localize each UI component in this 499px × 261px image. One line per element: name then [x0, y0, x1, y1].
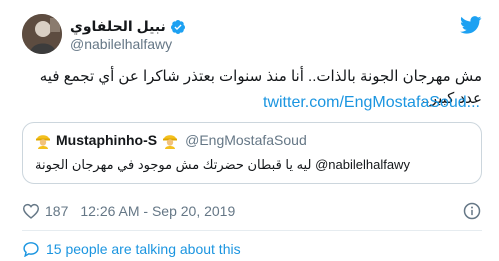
twitter-bird-icon[interactable] — [460, 16, 482, 34]
tweet-timestamp[interactable]: 12:26 AM - Sep 20, 2019 — [80, 203, 235, 219]
user-handle[interactable]: @nabilelhalfawy — [70, 36, 172, 52]
tweet-link[interactable]: twitter.com/EngMostafaSoud... — [263, 94, 480, 112]
heart-icon[interactable] — [22, 203, 40, 219]
conversation-link[interactable]: 15 people are talking about this — [22, 241, 241, 257]
divider — [22, 230, 482, 231]
quoted-tweet-header: Mustaphinho-S @EngMostafaSoud — [35, 131, 307, 149]
quoted-tweet-body: ليه يا قبطان حضرتك مش موجود في مهرجان ال… — [35, 157, 312, 172]
talking-count-text[interactable]: 15 people are talking about this — [46, 241, 241, 257]
emoji-construction-worker-icon — [163, 135, 178, 149]
user-name-row[interactable]: نبيل الحلفاوي — [70, 18, 186, 35]
verified-badge-icon — [170, 19, 185, 34]
quoted-mention[interactable]: @nabilelhalfawy — [315, 157, 410, 172]
avatar[interactable] — [22, 14, 62, 54]
embedded-tweet-card: نبيل الحلفاوي @nabilelhalfawy مش مهرجان … — [0, 0, 499, 261]
info-icon[interactable] — [463, 202, 481, 220]
user-name[interactable]: نبيل الحلفاوي — [70, 18, 166, 35]
quoted-user-handle[interactable]: @EngMostafaSoud — [185, 132, 307, 148]
quoted-user-name[interactable]: Mustaphinho-S — [56, 132, 157, 148]
speech-bubble-icon — [23, 242, 39, 257]
like-count[interactable]: 187 — [45, 203, 68, 219]
emoji-construction-worker-icon — [36, 135, 50, 149]
avatar-image — [22, 14, 62, 54]
tweet-meta-row: 187 12:26 AM - Sep 20, 2019 — [22, 203, 235, 219]
quoted-tweet-text: ليه يا قبطان حضرتك مش موجود في مهرجان ال… — [35, 157, 410, 173]
quoted-tweet[interactable]: Mustaphinho-S @EngMostafaSoud ليه يا قبط… — [22, 122, 482, 184]
